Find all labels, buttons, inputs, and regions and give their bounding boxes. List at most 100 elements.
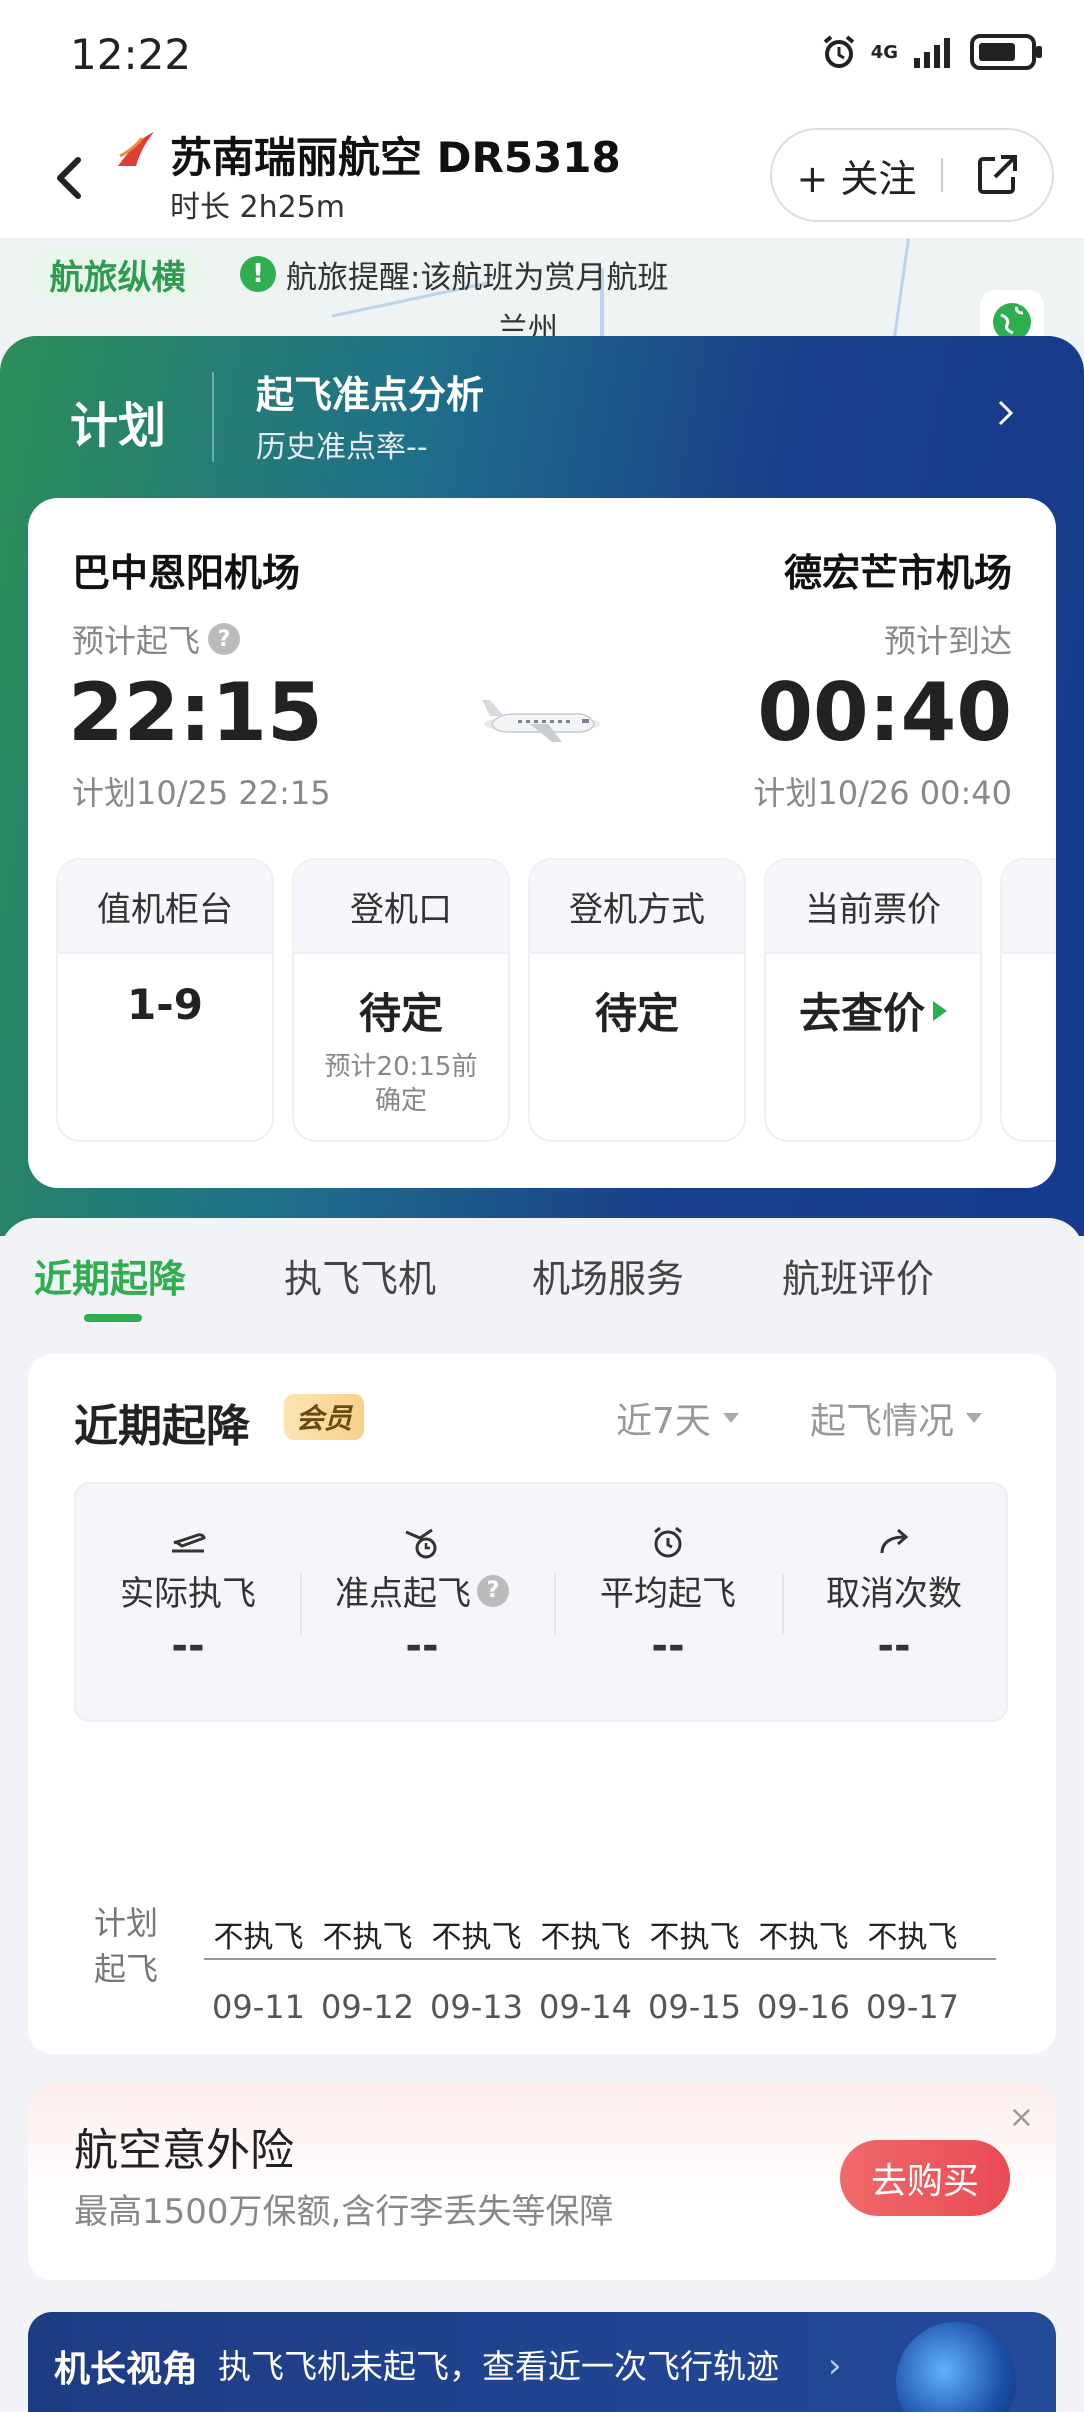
stat-label: 准点起飞	[335, 1574, 471, 1614]
caret-down-icon	[722, 1413, 739, 1423]
plan-status-label: 计划	[70, 398, 167, 454]
schedule-status: 不执飞	[322, 1920, 413, 1955]
close-icon[interactable]: ×	[1009, 2100, 1034, 2135]
details-panel: 近期起降 执飞飞机 机场服务 航班评价 近期起降 会员 近7天 起飞情况 实际执…	[0, 1218, 1084, 2412]
schedule-axis	[204, 1958, 996, 1960]
status-icons: 4G	[821, 34, 1044, 70]
ticket-price-card[interactable]: 当前票价 去查价	[764, 858, 982, 1142]
type-dropdown[interactable]: 起飞情况	[810, 1392, 983, 1444]
departure-airport: 巴中恩阳机场	[72, 551, 301, 595]
check-price-link[interactable]: 去查价	[766, 980, 980, 1041]
info-card-value: 待定	[594, 989, 679, 1038]
tab-aircraft[interactable]: 执飞飞机	[284, 1248, 436, 1303]
more-info-card[interactable]	[1000, 858, 1056, 1142]
stat-value: --	[877, 1623, 911, 1669]
flight-title: 苏南瑞丽航空 DR5318	[170, 133, 621, 182]
airplane-icon	[482, 700, 600, 742]
stat-label: 实际执飞	[120, 1574, 256, 1614]
arrival-label: 预计到达	[883, 622, 1012, 660]
schedule-date: 09-17	[866, 1988, 959, 2026]
airline-logo-icon	[118, 132, 154, 166]
schedule-status: 不执飞	[431, 1920, 522, 1955]
share-button[interactable]	[943, 128, 1052, 222]
ontime-analysis-link[interactable]: 起飞准点分析 历史准点率--	[240, 356, 1040, 466]
alert-text: 航旅提醒:该航班为赏月航班	[286, 259, 669, 296]
stat-value: --	[171, 1623, 205, 1669]
arrival-airport: 德宏芒市机场	[783, 551, 1012, 595]
map-city-label: 兰州	[498, 312, 558, 338]
redo-arrow-icon	[880, 1528, 909, 1554]
active-tab-indicator	[84, 1314, 142, 1322]
checkin-counter-card[interactable]: 值机柜台 1-9	[56, 858, 274, 1142]
follow-share-group: + 关注	[770, 128, 1054, 222]
range-dropdown[interactable]: 近7天	[616, 1392, 739, 1444]
back-arrow-icon[interactable]	[40, 148, 100, 208]
share-icon	[978, 155, 1018, 194]
ontime-title: 起飞准点分析	[256, 373, 485, 417]
follow-button[interactable]: + 关注	[772, 148, 941, 203]
tab-flight-reviews[interactable]: 航班评价	[782, 1248, 934, 1303]
info-card-value: 1-9	[127, 980, 203, 1029]
info-card-head: 值机柜台	[58, 860, 272, 954]
stats-box: 实际执飞 -- 准点起飞 ? -- 平均起飞 -- 取消次数 --	[74, 1482, 1008, 1722]
departure-label: 预计起飞 ?	[72, 616, 241, 662]
member-badge: 会员	[284, 1394, 365, 1440]
battery-icon	[970, 34, 1042, 70]
boarding-method-card[interactable]: 登机方式 待定	[528, 858, 746, 1142]
chevron-right-icon	[998, 400, 1014, 426]
signal-icon	[914, 38, 950, 68]
schedule-date: 09-12	[321, 1988, 414, 2026]
boarding-gate-card[interactable]: 登机口 待定 预计20:15前确定	[292, 858, 510, 1142]
alarm-icon	[823, 35, 854, 68]
type-dropdown-label: 起飞情况	[810, 1401, 955, 1442]
info-card-note: 预计20:15前确定	[324, 1052, 478, 1116]
buy-insurance-button[interactable]: 去购买	[840, 2140, 1010, 2216]
schedule-date: 09-16	[757, 1988, 850, 2026]
globe-icon	[993, 303, 1031, 338]
stat-label: 平均起飞	[600, 1574, 736, 1614]
schedule-status: 不执飞	[213, 1920, 304, 1955]
tab-airport-services[interactable]: 机场服务	[532, 1248, 684, 1303]
stat-average-departure: 平均起飞 --	[558, 1522, 778, 1669]
captain-view-banner[interactable]: 机长视角 执飞飞机未起飞，查看近一次飞行轨迹 ›	[28, 2312, 1056, 2412]
tab-recent-flights[interactable]: 近期起降	[34, 1248, 186, 1303]
schedule-date: 09-13	[430, 1988, 523, 2026]
stat-label: 取消次数	[826, 1574, 962, 1614]
alert-icon: !	[240, 256, 276, 292]
map-road	[893, 238, 910, 338]
stat-value: --	[651, 1623, 685, 1669]
network-label: 4G	[870, 41, 898, 63]
caret-down-icon	[966, 1413, 983, 1423]
flight-header: 苏南瑞丽航空 DR5318 时长 2h25m + 关注	[0, 118, 1084, 238]
arrival-planned: 计划10/26 00:40	[753, 774, 1012, 812]
alarm-clock-icon	[654, 1526, 682, 1558]
ontime-subtitle: 历史准点率--	[256, 430, 428, 465]
departure-planned: 计划10/25 22:15	[72, 774, 331, 812]
ontime-icon	[405, 1528, 437, 1559]
info-card-value: 待定	[358, 989, 443, 1038]
brand-badge: 航旅纵横	[30, 248, 205, 300]
schedule-status: 不执飞	[649, 1920, 740, 1955]
help-icon[interactable]: ?	[208, 623, 241, 655]
schedule-date: 09-14	[539, 1988, 632, 2026]
stat-divider	[554, 1574, 556, 1634]
stat-value: --	[405, 1623, 439, 1669]
play-arrow-icon	[933, 1000, 947, 1021]
status-time: 12:22	[70, 30, 192, 79]
info-card-head: 登机方式	[530, 860, 744, 954]
insurance-banner[interactable]: 航空意外险 最高1500万保额,含行李丢失等保障 去购买 ×	[28, 2084, 1056, 2280]
stat-ontime-departure: 准点起飞 ? --	[312, 1522, 532, 1669]
flight-duration: 时长 2h25m	[170, 190, 346, 225]
insurance-title: 航空意外险	[74, 2125, 294, 2176]
stat-cancellations: 取消次数 --	[784, 1522, 1004, 1669]
schedule-status: 不执飞	[867, 1920, 958, 1955]
schedule-status: 不执飞	[758, 1920, 849, 1955]
insurance-subtitle: 最高1500万保额,含行李丢失等保障	[74, 2192, 614, 2232]
help-icon[interactable]: ?	[477, 1574, 509, 1607]
schedule-date: 09-11	[212, 1988, 305, 2026]
map-globe-button[interactable]	[980, 290, 1044, 338]
travel-alert[interactable]: ! 航旅提醒:该航班为赏月航班	[240, 248, 668, 300]
section-title: 近期起降	[74, 1401, 250, 1452]
schedule-label: 计划起飞	[94, 1904, 159, 1988]
map-strip[interactable]: 航旅纵横 ! 航旅提醒:该航班为赏月航班 兰州	[0, 238, 1084, 338]
